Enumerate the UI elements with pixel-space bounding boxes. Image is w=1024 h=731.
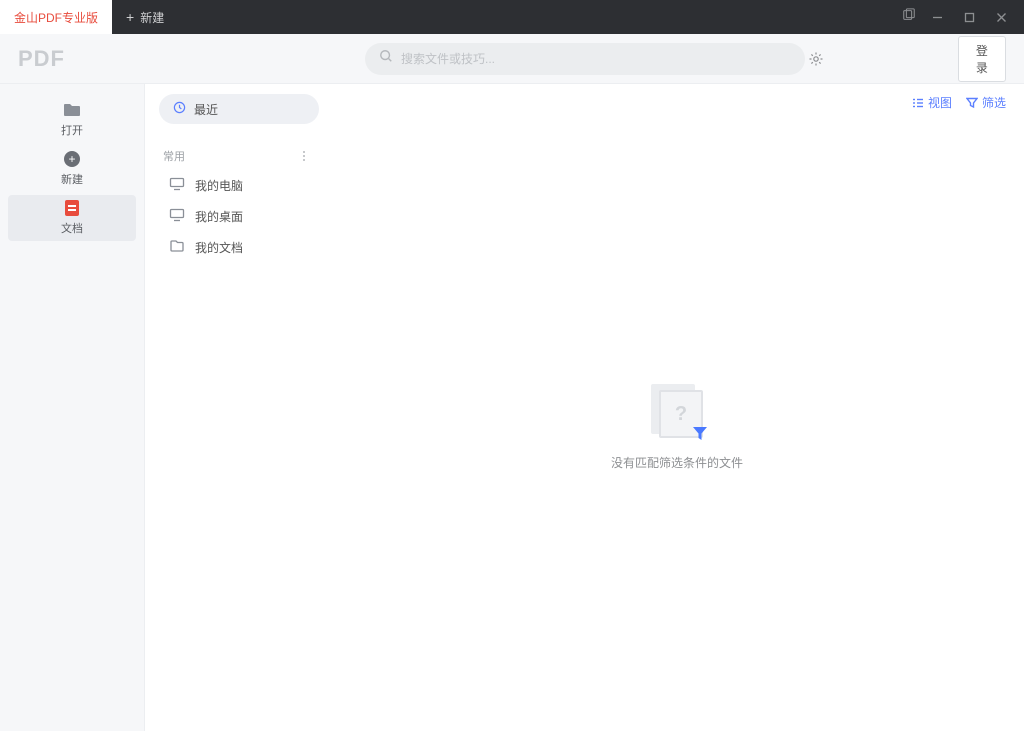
filter-label: 筛选 xyxy=(982,94,1006,111)
minimize-button[interactable] xyxy=(926,6,948,28)
more-button[interactable] xyxy=(296,148,312,164)
empty-state: ? 没有匹配筛选条件的文件 xyxy=(330,384,1024,471)
funnel-icon xyxy=(966,97,978,109)
search-icon xyxy=(379,49,393,68)
plus-circle-icon: + xyxy=(63,151,81,167)
sidebar-item-open[interactable]: 打开 xyxy=(8,97,136,143)
tab-app[interactable]: 金山PDF专业版 xyxy=(0,0,112,34)
sidebar: 打开 + 新建 文档 xyxy=(0,84,145,731)
panel-item-documents[interactable]: 我的文档 xyxy=(159,232,320,263)
plus-icon: + xyxy=(126,10,134,24)
common-header: 常用 xyxy=(159,138,320,170)
clock-icon xyxy=(173,101,186,117)
list-icon xyxy=(912,97,924,109)
overlay-icon[interactable] xyxy=(902,8,916,27)
sidebar-item-label: 文档 xyxy=(61,220,83,236)
panel-item-desktop[interactable]: 我的桌面 xyxy=(159,201,320,232)
document-icon xyxy=(63,200,81,216)
sidebar-item-label: 新建 xyxy=(61,171,83,187)
recent-label: 最近 xyxy=(194,101,218,118)
search-box[interactable] xyxy=(365,43,805,75)
toolbar: PDF 登录 xyxy=(0,34,1024,84)
folder-icon xyxy=(63,102,81,118)
secondary-panel: 最近 常用 我的电脑 我的桌面 我的文档 xyxy=(145,84,330,731)
desktop-icon xyxy=(169,208,185,225)
app-logo: PDF xyxy=(18,46,65,72)
filter-toggle[interactable]: 筛选 xyxy=(966,94,1006,111)
tab-app-label: 金山PDF专业版 xyxy=(14,9,98,26)
panel-item-label: 我的电脑 xyxy=(195,177,243,194)
window-controls xyxy=(902,6,1024,28)
settings-button[interactable] xyxy=(805,44,828,74)
empty-illustration: ? xyxy=(647,384,707,440)
sidebar-item-new[interactable]: + 新建 xyxy=(8,146,136,192)
documents-icon xyxy=(169,239,185,256)
search-input[interactable] xyxy=(401,52,791,66)
login-button[interactable]: 登录 xyxy=(958,36,1006,82)
close-button[interactable] xyxy=(990,6,1012,28)
view-label: 视图 xyxy=(928,94,952,111)
main-actions: 视图 筛选 xyxy=(330,94,1006,111)
panel-item-computer[interactable]: 我的电脑 xyxy=(159,170,320,201)
tab-new-label: 新建 xyxy=(140,9,164,26)
common-label: 常用 xyxy=(163,148,185,164)
tab-new[interactable]: + 新建 xyxy=(112,0,178,34)
computer-icon xyxy=(169,177,185,194)
maximize-button[interactable] xyxy=(958,6,980,28)
sidebar-item-docs[interactable]: 文档 xyxy=(8,195,136,241)
empty-text: 没有匹配筛选条件的文件 xyxy=(611,454,743,471)
main-area: 视图 筛选 ? 没有匹配筛选条件的文件 xyxy=(330,84,1024,731)
recent-pill[interactable]: 最近 xyxy=(159,94,319,124)
titlebar: 金山PDF专业版 + 新建 xyxy=(0,0,1024,34)
view-toggle[interactable]: 视图 xyxy=(912,94,952,111)
panel-item-label: 我的桌面 xyxy=(195,208,243,225)
sidebar-item-label: 打开 xyxy=(61,122,83,138)
panel-item-label: 我的文档 xyxy=(195,239,243,256)
filter-badge-icon xyxy=(691,424,709,442)
